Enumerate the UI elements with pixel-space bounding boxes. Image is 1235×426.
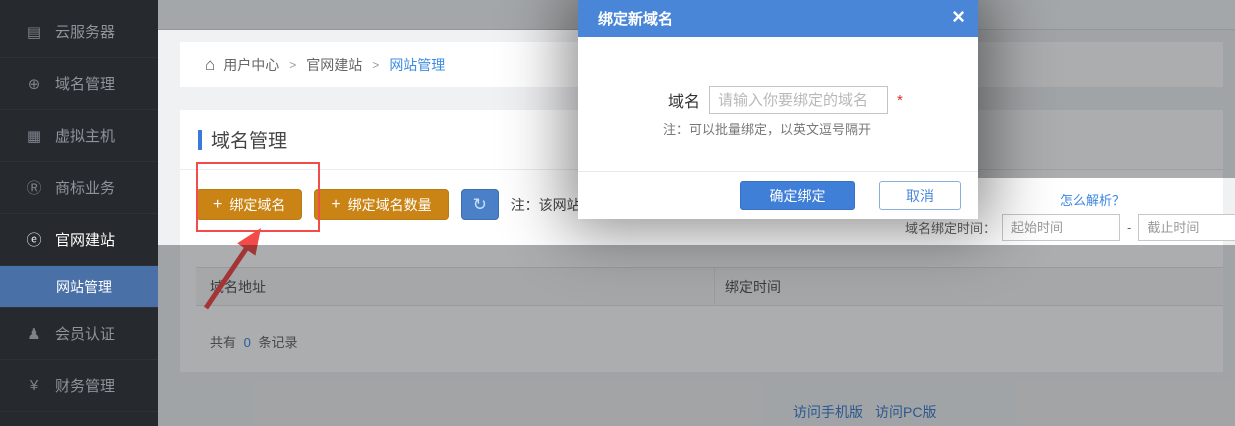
title-accent-bar xyxy=(198,130,202,150)
visit-mobile-link[interactable]: 访问手机版 xyxy=(793,402,863,422)
sidebar-item-website-builder[interactable]: ⓔ 官网建站 xyxy=(0,214,158,266)
sidebar-item-domain-management[interactable]: ⊕ 域名管理 xyxy=(0,58,158,110)
domain-field-row: 域名 * xyxy=(668,86,903,114)
sidebar-item-label: 虚拟主机 xyxy=(55,125,115,146)
column-header-bind-time: 绑定时间 xyxy=(715,277,1223,297)
page-title: 域名管理 xyxy=(211,126,287,153)
bind-domain-button[interactable]: + 绑定域名 xyxy=(196,189,302,220)
start-time-input[interactable] xyxy=(1002,214,1120,241)
date-range-dash: - xyxy=(1127,220,1131,235)
domain-input[interactable] xyxy=(709,86,888,114)
footer-links: 访问手机版 访问PC版 xyxy=(793,402,936,422)
batch-bind-helper-text: 注：可以批量绑定，以英文逗号隔开 xyxy=(663,119,871,138)
close-icon[interactable]: × xyxy=(952,4,965,30)
home-icon: ⌂ xyxy=(205,55,215,75)
modal-title: 绑定新域名 xyxy=(598,8,673,29)
trademark-icon: Ⓡ xyxy=(24,177,44,198)
sidebar-item-trademark[interactable]: Ⓡ 商标业务 xyxy=(0,162,158,214)
cancel-button[interactable]: 取消 xyxy=(879,181,961,210)
confirm-bind-button[interactable]: 确定绑定 xyxy=(740,181,855,210)
sidebar-item-label: 财务管理 xyxy=(55,375,115,396)
cloud-server-icon: ▤ xyxy=(24,23,44,41)
domain-field-label: 域名 xyxy=(668,88,700,112)
record-summary: 共有 0 条记录 xyxy=(210,332,298,351)
host-icon: ▦ xyxy=(24,127,44,145)
plus-icon: + xyxy=(213,197,222,213)
table-header-row: 域名地址 绑定时间 xyxy=(196,267,1223,306)
app-window: ▤ 云服务器 ⊕ 域名管理 ▦ 虚拟主机 Ⓡ 商标业务 ⓔ 官网建站 网站管理 xyxy=(0,0,1235,426)
sidebar-item-finance[interactable]: ¥ 财务管理 xyxy=(0,360,158,412)
plus-icon: + xyxy=(331,197,340,213)
bind-quota-button-label: 绑定域名数量 xyxy=(348,195,432,215)
visit-pc-link[interactable]: 访问PC版 xyxy=(875,402,936,422)
breadcrumb-site-builder[interactable]: 官网建站 xyxy=(306,55,362,75)
refresh-icon: ↻ xyxy=(473,195,487,215)
bind-new-domain-modal: 绑定新域名 × 域名 * 注：可以批量绑定，以英文逗号隔开 确定绑定 取消 xyxy=(578,0,978,219)
sidebar-item-cloud-server[interactable]: ▤ 云服务器 xyxy=(0,6,158,58)
how-to-resolve-link[interactable]: 怎么解析？ xyxy=(1060,190,1125,209)
modal-footer: 确定绑定 取消 xyxy=(578,171,978,219)
sidebar-item-label: 会员认证 xyxy=(55,323,115,344)
refresh-button[interactable]: ↻ xyxy=(461,189,499,220)
column-header-domain-address: 域名地址 xyxy=(196,267,715,306)
sidebar-subitem-label: 网站管理 xyxy=(56,277,112,297)
breadcrumb-separator: > xyxy=(289,58,296,72)
bind-domain-quota-button[interactable]: + 绑定域名数量 xyxy=(314,189,448,220)
breadcrumb-user-center[interactable]: 用户中心 xyxy=(223,55,279,75)
sidebar-item-label: 官网建站 xyxy=(55,229,115,250)
domain-table: 域名地址 绑定时间 xyxy=(196,267,1223,306)
summary-suffix: 条记录 xyxy=(259,335,298,350)
sidebar-item-label: 域名管理 xyxy=(55,73,115,94)
sidebar-item-virtual-host[interactable]: ▦ 虚拟主机 xyxy=(0,110,158,162)
person-icon: ♟ xyxy=(24,325,44,343)
toolbar: + 绑定域名 + 绑定域名数量 ↻ 注：该网站可绑 xyxy=(196,189,609,220)
modal-header: 绑定新域名 xyxy=(578,0,978,37)
sidebar-item-label: 云服务器 xyxy=(55,21,115,42)
breadcrumb-separator: > xyxy=(372,58,379,72)
globe-icon: ⊕ xyxy=(24,75,44,93)
record-count: 0 xyxy=(244,335,251,350)
summary-prefix: 共有 xyxy=(210,335,236,350)
required-asterisk: * xyxy=(897,92,903,109)
breadcrumb-site-management[interactable]: 网站管理 xyxy=(389,55,445,75)
sidebar-subitem-site-management[interactable]: 网站管理 xyxy=(0,266,158,308)
site-builder-icon: ⓔ xyxy=(24,229,44,250)
yuan-icon: ¥ xyxy=(24,377,44,394)
end-time-input[interactable] xyxy=(1138,214,1235,241)
sidebar-item-member-auth[interactable]: ♟ 会员认证 xyxy=(0,308,158,360)
bind-domain-button-label: 绑定域名 xyxy=(229,195,285,215)
sidebar: ▤ 云服务器 ⊕ 域名管理 ▦ 虚拟主机 Ⓡ 商标业务 ⓔ 官网建站 网站管理 xyxy=(0,0,158,426)
sidebar-item-label: 商标业务 xyxy=(55,177,115,198)
bind-time-filter-label: 域名绑定时间： xyxy=(905,218,996,237)
